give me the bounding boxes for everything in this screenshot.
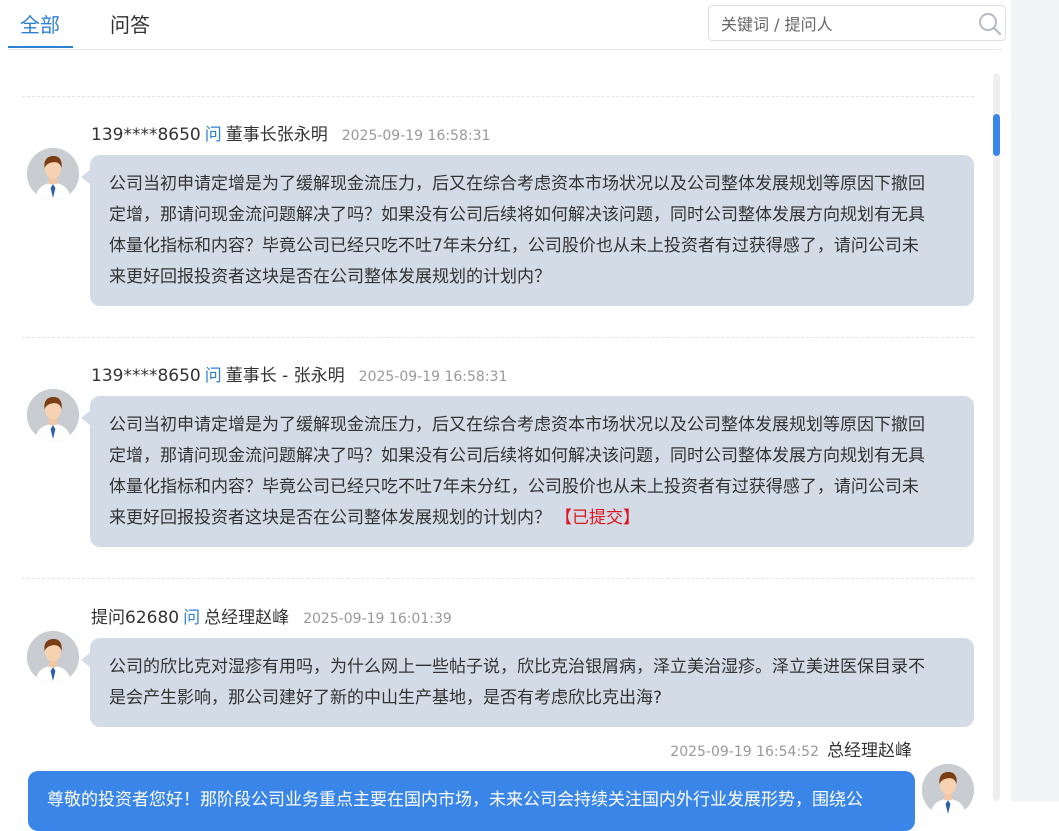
question-time: 2025-09-19 16:58:31 — [358, 369, 508, 385]
question-meta: 提问62680 问总经理赵峰 2025-09-19 16:01:39 — [91, 606, 452, 630]
ask-label: 问 — [183, 608, 201, 628]
asker-name[interactable]: 139****8650 — [91, 125, 201, 145]
question-target: 董事长 - 张永明 — [225, 366, 345, 386]
question-line: 体量化指标和内容？毕竟公司已经只吃不吐7年未分红，公司股价也从未上投资者有过获得… — [109, 236, 919, 256]
search-input[interactable] — [719, 6, 973, 42]
right-gutter — [1011, 0, 1059, 801]
answer-bubble: 尊敬的投资者您好！那阶段公司业务重点主要在国内市场，未来公司会持续关注国内外行业… — [28, 771, 915, 831]
item-divider — [22, 578, 974, 579]
ask-label: 问 — [204, 125, 222, 145]
question-bubble: 公司当初申请定增是为了缓解现金流压力，后又在综合考虑资本市场状况以及公司整体发展… — [81, 155, 974, 306]
answer-text: 尊敬的投资者您好！那阶段公司业务重点主要在国内市场，未来公司会持续关注国内外行业… — [47, 790, 863, 810]
question-bubble: 公司当初申请定增是为了缓解现金流压力，后又在综合考虑资本市场状况以及公司整体发展… — [81, 396, 974, 547]
question-bubble: 公司的欣比克对湿疹有用吗，为什么网上一些帖子说，欣比克治银屑病，泽立美治湿疹。泽… — [81, 638, 974, 727]
question-line: 定增，那请问现金流问题解决了吗？如果没有公司后续将如何解决该问题，同时公司整体发… — [109, 446, 925, 466]
user-avatar-icon — [27, 631, 79, 683]
question-line-last: 来更好回报投资者这块是否在公司整体发展规划的计划内？ 【已提交】 — [109, 503, 952, 534]
question-line: 来更好回报投资者这块是否在公司整体发展规划的计划内？ — [109, 508, 551, 528]
responder-avatar-icon — [922, 764, 974, 816]
question-line: 公司的欣比克对湿疹有用吗，为什么网上一些帖子说，欣比克治银屑病，泽立美治湿疹。泽… — [109, 657, 925, 677]
question-meta: 139****8650 问董事长张永明 2025-09-19 16:58:31 — [91, 123, 490, 147]
question-line: 定增，那请问现金流问题解决了吗？如果没有公司后续将如何解决该问题，同时公司整体发… — [109, 205, 925, 225]
search-icon[interactable] — [977, 11, 1003, 37]
scrollbar-thumb[interactable] — [993, 114, 1000, 156]
question-target: 董事长张永明 — [225, 125, 328, 145]
question-meta: 139****8650 问董事长 - 张永明 2025-09-19 16:58:31 — [91, 364, 507, 388]
responder-name: 总经理赵峰 — [827, 741, 912, 761]
user-avatar-icon — [27, 148, 79, 200]
question-line: 公司当初申请定增是为了缓解现金流压力，后又在综合考虑资本市场状况以及公司整体发展… — [109, 174, 925, 194]
question-line: 体量化指标和内容？毕竟公司已经只吃不吐7年未分红，公司股价也从未上投资者有过获得… — [109, 477, 919, 497]
ask-label: 问 — [204, 366, 222, 386]
question-time: 2025-09-19 16:01:39 — [303, 611, 452, 627]
status-badge: 【已提交】 — [555, 508, 640, 528]
question-time: 2025-09-19 16:58:31 — [341, 128, 491, 144]
tab-qa[interactable]: 问答 — [110, 12, 150, 38]
item-divider — [22, 337, 974, 338]
question-line: 来更好回报投资者这块是否在公司整体发展规划的计划内？ — [109, 267, 551, 287]
question-line: 公司当初申请定增是为了缓解现金流压力，后又在综合考虑资本市场状况以及公司整体发展… — [109, 415, 925, 435]
scrollbar-track[interactable] — [993, 73, 1000, 801]
asker-name[interactable]: 139****8650 — [91, 366, 201, 386]
user-avatar-icon — [27, 389, 79, 441]
search-box — [708, 5, 1006, 42]
answer-meta: 2025-09-19 16:54:52 总经理赵峰 — [670, 739, 912, 763]
asker-name[interactable]: 提问62680 — [91, 608, 179, 628]
question-line: 是会产生影响，那公司建好了新的中山生产基地，是否有考虑欣比克出海? — [109, 688, 663, 708]
item-divider — [22, 96, 974, 97]
question-target: 总经理赵峰 — [204, 608, 290, 628]
active-tab-indicator — [8, 46, 73, 48]
tabs-bar: 全部 问答 — [8, 0, 1006, 50]
tab-all[interactable]: 全部 — [20, 12, 60, 38]
answer-time: 2025-09-19 16:54:52 — [670, 744, 819, 760]
